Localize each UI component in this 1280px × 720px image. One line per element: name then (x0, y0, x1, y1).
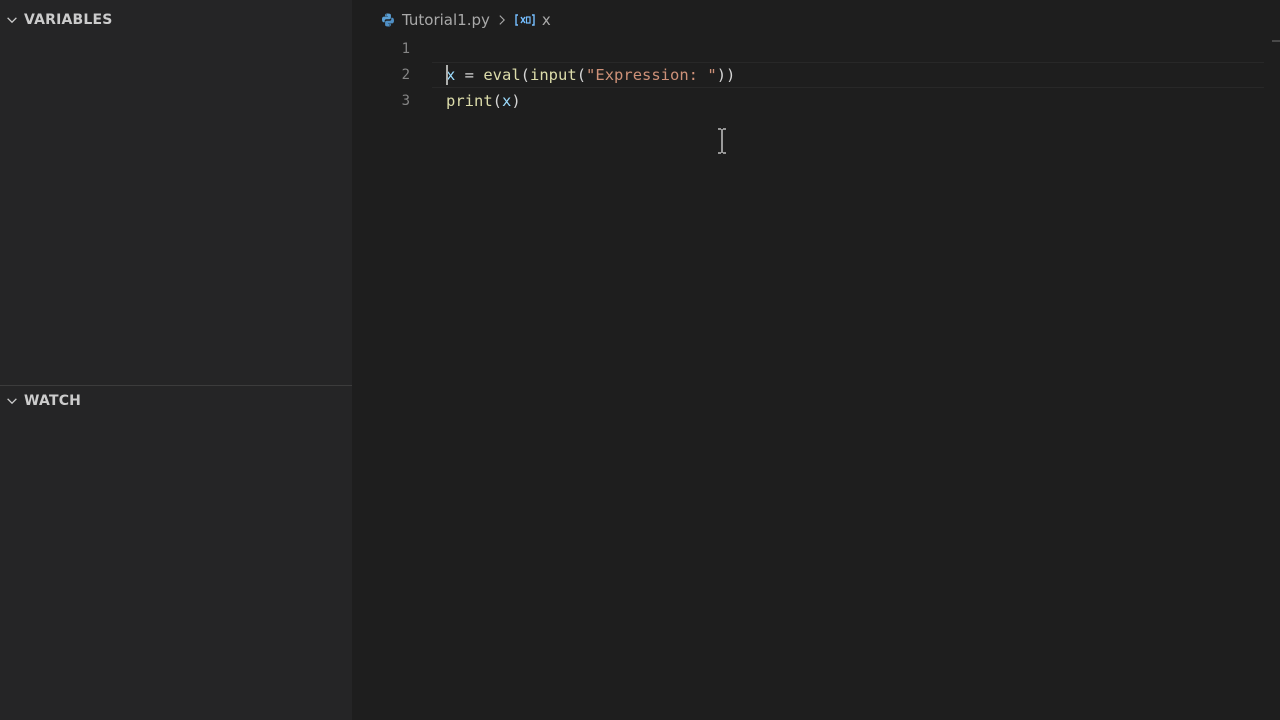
debug-sidebar: VARIABLES WATCH (0, 0, 352, 720)
token-variable: x (502, 92, 512, 110)
token-punctuation: )) (716, 66, 736, 84)
watch-section-label: WATCH (24, 393, 82, 409)
token-function: eval (483, 66, 521, 84)
token-punctuation: ( (520, 66, 531, 84)
token-function: print (446, 92, 493, 110)
watch-section-header[interactable]: WATCH (0, 389, 352, 413)
python-file-icon (380, 12, 396, 28)
variables-section-label: VARIABLES (24, 12, 113, 28)
chevron-right-icon (496, 13, 508, 27)
section-divider[interactable] (0, 385, 352, 386)
breadcrumb-file[interactable]: Tutorial1.py (380, 11, 490, 29)
text-caret (446, 65, 448, 85)
breadcrumb: Tutorial1.py x (380, 8, 551, 32)
line-number: 2 (401, 67, 410, 83)
code-line-2[interactable]: x = eval(input("Expression: ")) (446, 62, 735, 88)
variable-symbol-icon (514, 13, 536, 27)
code-line-3[interactable]: print(x) (446, 88, 521, 114)
variables-section-header[interactable]: VARIABLES (0, 8, 352, 32)
line-number: 1 (401, 41, 410, 57)
token-punctuation: ( (492, 92, 503, 110)
minimap-indicator[interactable] (1272, 40, 1280, 42)
breadcrumb-file-label: Tutorial1.py (402, 11, 490, 29)
token-operator: = (455, 66, 484, 84)
line-number: 3 (401, 93, 410, 109)
chevron-down-icon (0, 389, 24, 413)
breadcrumb-symbol-label: x (541, 11, 551, 29)
code-editor[interactable]: Tutorial1.py x 1 2 3 x = eval(input("Exp… (352, 0, 1280, 720)
token-string: "Expression: " (586, 66, 717, 84)
token-punctuation: ( (576, 66, 587, 84)
breadcrumb-symbol[interactable]: x (514, 11, 551, 29)
debug-window: VARIABLES WATCH Tutorial1.py x 1 2 3 x =… (0, 0, 1280, 720)
token-function: input (530, 66, 577, 84)
ibeam-cursor-icon (717, 128, 727, 158)
token-punctuation: ) (511, 92, 521, 110)
chevron-down-icon (0, 8, 24, 32)
